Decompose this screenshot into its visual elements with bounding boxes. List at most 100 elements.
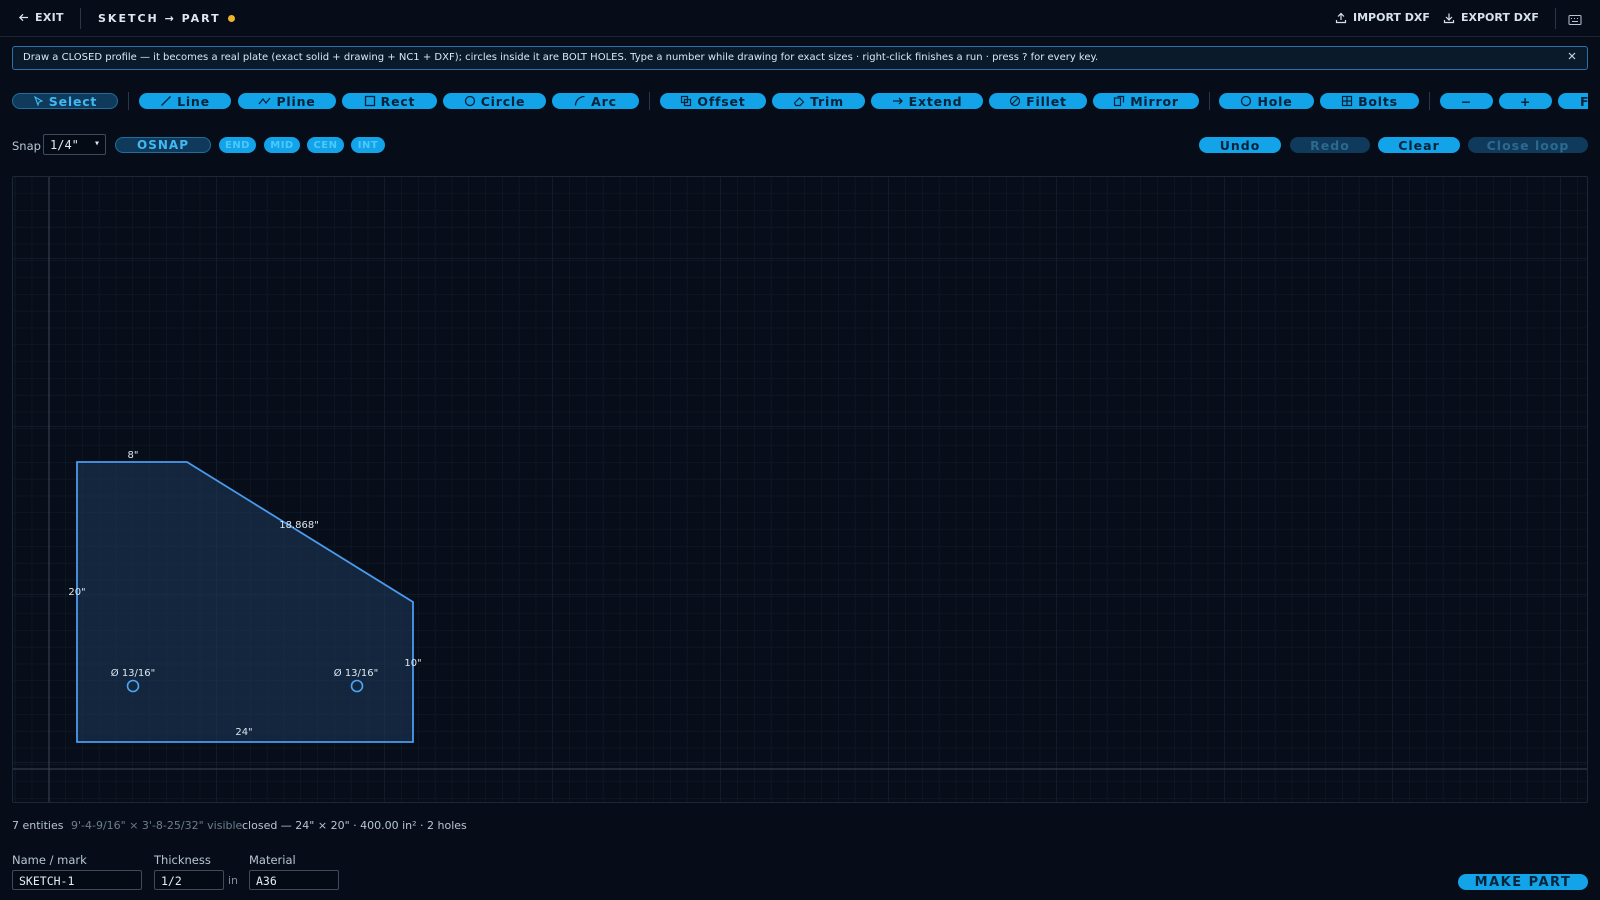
close-icon[interactable]	[1567, 51, 1577, 64]
trim-tool-label: Trim	[810, 93, 844, 109]
fillet-icon	[1010, 95, 1021, 107]
osnap-toggle[interactable]: OSNAP	[115, 137, 211, 153]
snap-select[interactable]: 1/4" ▾	[43, 134, 106, 155]
make-part-button[interactable]: MAKE PART	[1458, 874, 1588, 890]
fit-label: F	[1580, 93, 1590, 109]
zoom-out-label: −	[1460, 93, 1473, 109]
line-tool-label: Line	[177, 93, 210, 109]
visible-extents: 9'-4-9/16" × 3'-8-25/32" visible	[71, 819, 243, 832]
undo-button[interactable]: Undo	[1199, 137, 1281, 153]
entity-count: 7 entities	[12, 819, 64, 832]
unsaved-indicator	[228, 15, 235, 22]
bolts-tool-label: Bolts	[1358, 93, 1398, 109]
thickness-label: Thickness	[154, 853, 211, 867]
rect-tool-button[interactable]: Rect	[342, 93, 437, 109]
dim-hole: Ø 13/16"	[334, 667, 378, 679]
fillet-tool-button[interactable]: Fillet	[989, 93, 1087, 109]
fit-button[interactable]: F	[1558, 93, 1590, 109]
mirror-tool-label: Mirror	[1130, 93, 1179, 109]
osnap-end-chip[interactable]: END	[219, 137, 256, 153]
exit-label: EXIT	[35, 11, 64, 24]
circle-icon	[464, 95, 475, 107]
zoom-out-button[interactable]: −	[1440, 93, 1493, 109]
rect-tool-label: Rect	[380, 93, 416, 109]
name-field[interactable]: SKETCH-1	[12, 870, 142, 890]
page-title: SKETCH → PART	[98, 12, 221, 25]
dim-right: 10"	[404, 658, 421, 669]
polyline-icon	[258, 97, 271, 105]
select-tool-button[interactable]: Select	[12, 93, 118, 109]
divider	[649, 92, 650, 110]
mirror-icon	[1114, 95, 1125, 107]
drawing-canvas[interactable]: 8" 18.868" 20" 10" 24" Ø 13/16" Ø 13/16"	[12, 176, 1588, 803]
line-tool-button[interactable]: Line	[139, 93, 231, 109]
hole-tool-button[interactable]: Hole	[1219, 93, 1314, 109]
offset-icon	[681, 95, 692, 107]
close-loop-button[interactable]: Close loop	[1468, 137, 1588, 153]
circle-tool-label: Circle	[480, 93, 526, 109]
osnap-int-chip[interactable]: INT	[351, 137, 385, 153]
download-icon	[1443, 13, 1455, 23]
trim-tool-button[interactable]: Trim	[772, 93, 865, 109]
grid-icon	[1341, 95, 1353, 107]
thickness-field[interactable]: 1/2	[154, 870, 224, 890]
export-dxf-button[interactable]: EXPORT DXF	[1443, 11, 1539, 24]
zoom-in-button[interactable]: +	[1499, 93, 1552, 109]
info-banner: Draw a CLOSED profile — it becomes a rea…	[12, 46, 1588, 70]
offset-tool-label: Offset	[697, 93, 746, 109]
thickness-unit: in	[228, 874, 239, 887]
pline-tool-button[interactable]: Pline	[238, 93, 336, 109]
mirror-tool-button[interactable]: Mirror	[1093, 93, 1199, 109]
export-dxf-label: EXPORT DXF	[1461, 11, 1539, 24]
osnap-cen-chip[interactable]: CEN	[307, 137, 344, 153]
dim-hole: Ø 13/16"	[111, 667, 155, 679]
divider	[1555, 8, 1556, 29]
pline-tool-label: Pline	[276, 93, 316, 109]
circle-tool-button[interactable]: Circle	[443, 93, 546, 109]
divider	[1209, 92, 1210, 110]
offset-tool-button[interactable]: Offset	[660, 93, 766, 109]
redo-button[interactable]: Redo	[1290, 137, 1370, 153]
clear-button[interactable]: Clear	[1378, 137, 1460, 153]
snap-value: 1/4"	[50, 138, 79, 152]
profile-summary: closed — 24" × 20" · 400.00 in² · 2 hole…	[242, 819, 467, 832]
import-dxf-label: IMPORT DXF	[1353, 11, 1430, 24]
hole-icon	[1241, 95, 1252, 107]
extend-tool-button[interactable]: Extend	[871, 93, 983, 109]
bolts-tool-button[interactable]: Bolts	[1320, 93, 1419, 109]
divider	[128, 92, 129, 110]
osnap-label: OSNAP	[137, 138, 189, 152]
divider	[1429, 92, 1430, 110]
canvas-svg[interactable]: 8" 18.868" 20" 10" 24" Ø 13/16" Ø 13/16"	[13, 177, 1588, 803]
hole-tool-label: Hole	[1257, 93, 1293, 109]
snap-label: Snap	[12, 139, 41, 153]
arrow-right-icon	[892, 97, 903, 105]
dim-diagonal: 18.868"	[279, 520, 319, 531]
import-dxf-button[interactable]: IMPORT DXF	[1335, 11, 1430, 24]
dim-top: 8"	[128, 450, 139, 461]
top-bar: EXIT SKETCH → PART IMPORT DXF EXPORT DXF	[0, 0, 1600, 37]
line-icon	[161, 96, 172, 106]
osnap-mid-chip[interactable]: MID	[264, 137, 300, 153]
banner-text: Draw a CLOSED profile — it becomes a rea…	[23, 52, 1099, 63]
exit-button[interactable]: EXIT	[18, 11, 64, 24]
material-label: Material	[249, 853, 296, 867]
rectangle-icon	[364, 95, 375, 107]
dim-bottom: 24"	[235, 727, 252, 738]
divider	[80, 8, 81, 29]
keyboard-icon[interactable]	[1568, 11, 1582, 30]
chevron-down-icon: ▾	[93, 138, 100, 149]
arc-icon	[575, 95, 585, 106]
material-field[interactable]: A36	[249, 870, 339, 890]
arrow-left-icon	[18, 13, 29, 22]
upload-icon	[1335, 12, 1347, 23]
eraser-icon	[793, 97, 805, 107]
name-label: Name / mark	[12, 853, 87, 867]
fillet-tool-label: Fillet	[1026, 93, 1067, 109]
arc-tool-label: Arc	[591, 93, 617, 109]
select-tool-label: Select	[48, 93, 98, 109]
zoom-in-label: +	[1519, 93, 1532, 109]
arc-tool-button[interactable]: Arc	[552, 93, 639, 109]
cursor-icon	[33, 95, 44, 107]
dim-left: 20"	[68, 587, 85, 598]
